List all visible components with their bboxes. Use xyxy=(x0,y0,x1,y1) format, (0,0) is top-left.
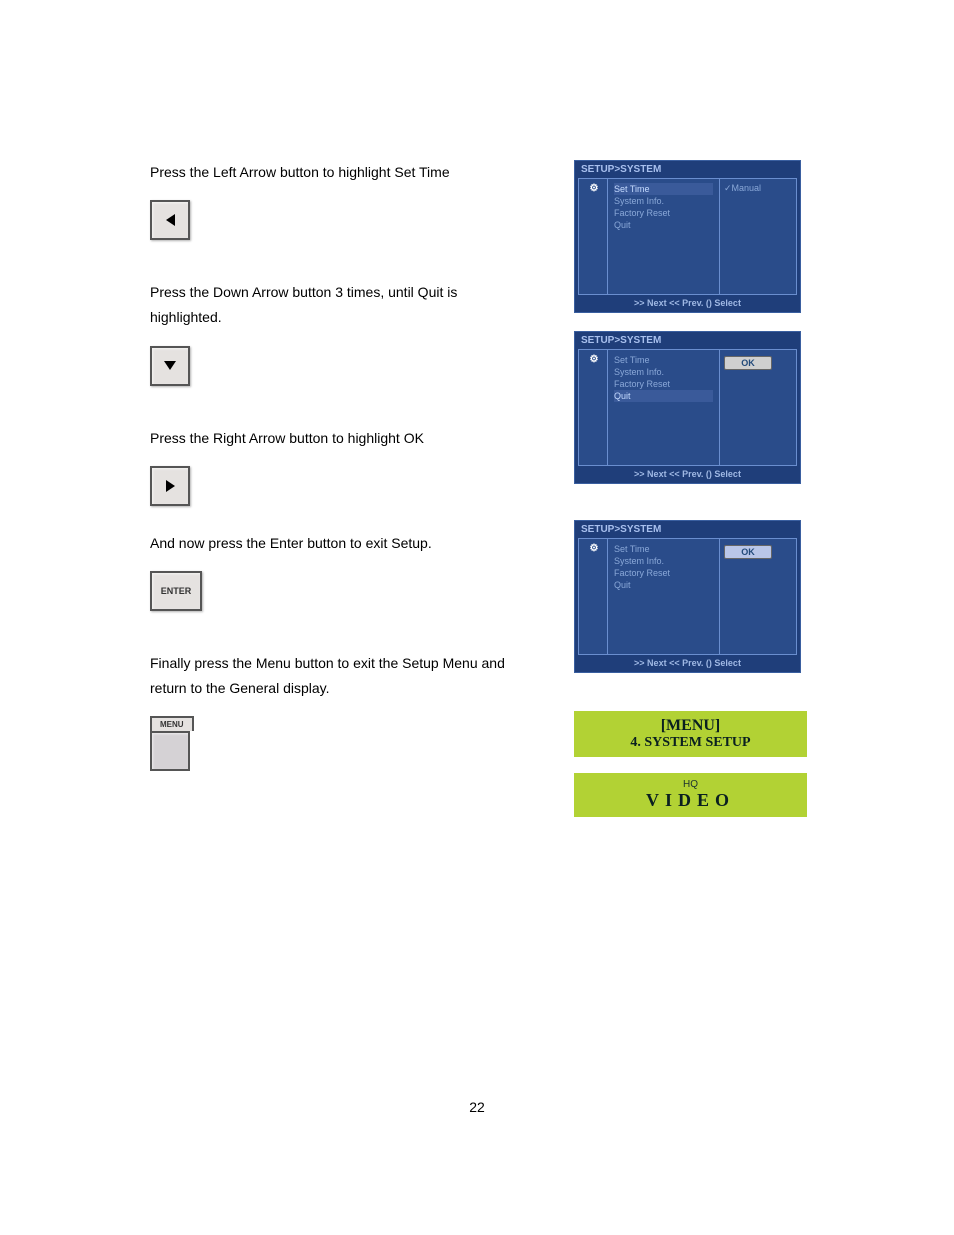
step-3: Press the Right Arrow button to highligh… xyxy=(150,426,514,611)
video-display-panel: HQ VIDEO xyxy=(574,773,807,817)
down-arrow-button xyxy=(150,346,190,386)
osd-item-quit: Quit xyxy=(614,219,713,231)
osd-item-system-info: System Info. xyxy=(614,366,713,378)
step-3-text: Press the Right Arrow button to highligh… xyxy=(150,426,514,451)
osd-breadcrumb: SETUP>SYSTEM xyxy=(575,521,800,538)
step-4-text: And now press the Enter button to exit S… xyxy=(150,531,514,556)
menu-button-body xyxy=(150,731,190,771)
step-2-text: Press the Down Arrow button 3 times, unt… xyxy=(150,280,514,330)
arrow-left-icon xyxy=(166,214,175,226)
menu-display-line1: [MENU] xyxy=(578,717,803,735)
osd-right-manual: ✓Manual xyxy=(724,183,792,194)
right-arrow-button xyxy=(150,466,190,506)
osd-footer: >> Next << Prev. () Select xyxy=(575,466,800,483)
menu-display-line2: 4. SYSTEM SETUP xyxy=(578,735,803,751)
step-1: Press the Left Arrow button to highlight… xyxy=(150,160,514,240)
osd-item-system-info: System Info. xyxy=(614,195,713,207)
left-arrow-button xyxy=(150,200,190,240)
page-number: 22 xyxy=(0,1099,954,1115)
step-5: Finally press the Menu button to exit th… xyxy=(150,651,514,771)
video-label: VIDEO xyxy=(578,790,803,811)
osd-item-factory-reset: Factory Reset xyxy=(614,207,713,219)
osd-breadcrumb: SETUP>SYSTEM xyxy=(575,332,800,349)
menu-button: MENU xyxy=(150,716,514,771)
step-1-text: Press the Left Arrow button to highlight… xyxy=(150,160,514,185)
osd-ok-button: OK xyxy=(724,356,772,370)
osd-footer: >> Next << Prev. () Select xyxy=(575,295,800,312)
step-5-text: Finally press the Menu button to exit th… xyxy=(150,651,514,701)
osd-item-set-time: Set Time xyxy=(614,183,713,195)
osd-breadcrumb: SETUP>SYSTEM xyxy=(575,161,800,178)
osd-ok-button-highlighted: OK xyxy=(724,545,772,559)
osd-screenshot-3: SETUP>SYSTEM ⚙ Set Time System Info. Fac… xyxy=(574,520,801,673)
video-hq-label: HQ xyxy=(578,779,803,790)
osd-item-set-time: Set Time xyxy=(614,543,713,555)
menu-display-panel: [MENU] 4. SYSTEM SETUP xyxy=(574,711,807,757)
menu-button-label: MENU xyxy=(150,716,194,731)
osd-category-icon: ⚙ xyxy=(579,350,608,465)
osd-category-icon: ⚙ xyxy=(579,179,608,294)
instructions-column: Press the Left Arrow button to highlight… xyxy=(150,160,514,833)
enter-button-label: ENTER xyxy=(161,586,192,596)
osd-item-factory-reset: Factory Reset xyxy=(614,378,713,390)
osd-item-set-time: Set Time xyxy=(614,354,713,366)
osd-item-system-info: System Info. xyxy=(614,555,713,567)
enter-button: ENTER xyxy=(150,571,202,611)
osd-item-factory-reset: Factory Reset xyxy=(614,567,713,579)
arrow-right-icon xyxy=(166,480,175,492)
arrow-down-icon xyxy=(164,361,176,370)
osd-item-quit: Quit xyxy=(614,390,713,402)
osd-category-icon: ⚙ xyxy=(579,539,608,654)
osd-screenshot-2: SETUP>SYSTEM ⚙ Set Time System Info. Fac… xyxy=(574,331,801,484)
osd-item-quit: Quit xyxy=(614,579,713,591)
osd-footer: >> Next << Prev. () Select xyxy=(575,655,800,672)
step-2: Press the Down Arrow button 3 times, unt… xyxy=(150,280,514,385)
osd-screenshot-1: SETUP>SYSTEM ⚙ Set Time System Info. Fac… xyxy=(574,160,801,313)
screenshots-column: SETUP>SYSTEM ⚙ Set Time System Info. Fac… xyxy=(574,160,804,833)
